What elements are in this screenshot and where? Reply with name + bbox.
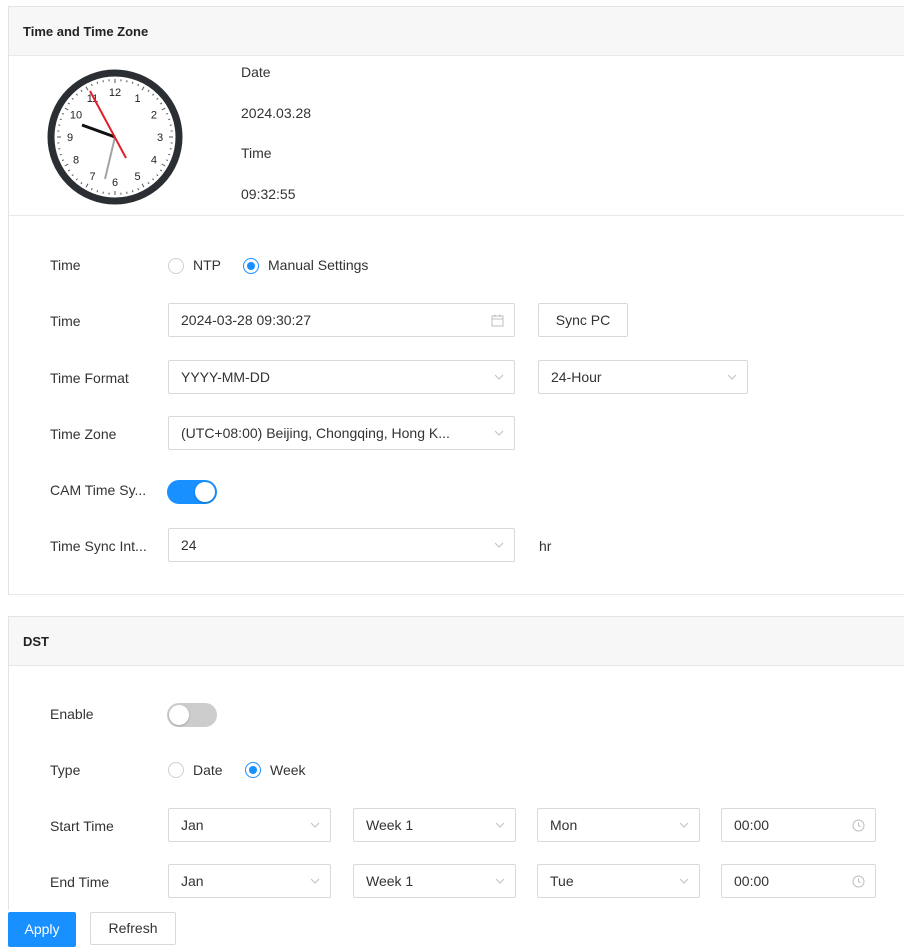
time-sync-interval-unit: hr [539,538,552,554]
end-time-value: 00:00 [734,873,770,889]
clock-tick [96,190,99,193]
clock-tick [59,153,62,156]
clock-tick [131,190,134,193]
clock-tick [168,118,171,121]
clock-number: 1 [134,93,140,105]
dst-card: DST Enable Type Date Week Start Time Jan… [8,616,904,910]
dst-card-title: DST [9,616,904,666]
end-month-value: Jan [181,873,204,889]
chevron-down-icon [494,361,504,393]
ntp-label: NTP [193,257,221,273]
time-mode-label: Time [50,257,81,273]
date-label: Date [241,64,271,80]
refresh-button[interactable]: Refresh [90,912,176,945]
hour-format-value: 24-Hour [551,369,602,385]
start-time-value: 00:00 [734,817,770,833]
clock-icon[interactable] [852,865,865,897]
end-day-value: Tue [550,873,574,889]
start-time-label: Start Time [50,818,114,834]
start-month-value: Jan [181,817,204,833]
chevron-down-icon [679,809,689,841]
clock-number: 10 [70,110,82,122]
start-time-input[interactable]: 00:00 [721,808,876,842]
clock-number: 2 [151,110,157,122]
time-zone-label: Time Zone [50,426,117,442]
clock-tick [168,153,171,156]
clock-tick [131,81,134,84]
clock-icon[interactable] [852,809,865,841]
end-week-select[interactable]: Week 1 [353,864,516,898]
date-value: 2024.03.28 [241,105,312,121]
toggle-knob [195,482,215,502]
start-week-value: Week 1 [366,817,414,833]
apply-button[interactable]: Apply [8,912,76,947]
clock-number: 9 [67,132,73,144]
chevron-down-icon [495,865,505,897]
clock-number: 8 [73,155,79,167]
dst-enable-label: Enable [50,706,94,722]
dst-enable-toggle[interactable] [167,703,217,727]
clock-number: 7 [89,171,95,183]
time-field-label: Time [50,313,81,329]
dst-type-date-radio[interactable] [168,762,184,778]
toggle-knob [169,705,189,725]
analog-clock: 121234567891011 [47,69,183,205]
time-zone-select[interactable]: (UTC+08:00) Beijing, Chongqing, Hong K..… [168,416,515,450]
settings-page: Time and Time Zone 12 1 2 3 4 5 6 7 8 9 10 11 Date … [8,0,904,947]
date-format-select[interactable]: YYYY-MM-DD [168,360,515,394]
chevron-down-icon [494,529,504,561]
footer-bar: Apply Refresh [8,910,904,947]
clock-tick [96,81,99,84]
time-zone-value: (UTC+08:00) Beijing, Chongqing, Hong K..… [181,425,450,441]
manual-settings-radio[interactable] [243,258,259,274]
clock-tick [59,118,62,121]
time-sync-interval-select[interactable]: 24 [168,528,515,562]
time-datetime-value: 2024-03-28 09:30:27 [181,312,311,328]
end-day-select[interactable]: Tue [537,864,700,898]
ntp-radio[interactable] [168,258,184,274]
chevron-down-icon [310,809,320,841]
cam-time-sync-label: CAM Time Sy... [50,482,147,498]
clock-number: 5 [134,171,140,183]
clock-number: 3 [157,132,163,144]
date-format-value: YYYY-MM-DD [181,369,270,385]
time-format-label: Time Format [50,370,129,386]
cam-time-sync-toggle[interactable] [167,480,217,504]
time-sync-interval-value: 24 [181,537,197,553]
sync-pc-button[interactable]: Sync PC [538,303,628,337]
start-week-select[interactable]: Week 1 [353,808,516,842]
time-zone-card-title: Time and Time Zone [9,6,904,56]
time-datetime-input[interactable]: 2024-03-28 09:30:27 [168,303,515,337]
start-day-value: Mon [550,817,578,833]
dst-type-week-label: Week [270,762,306,778]
end-month-select[interactable]: Jan [168,864,331,898]
dst-type-date-label: Date [193,762,223,778]
start-day-select[interactable]: Mon [537,808,700,842]
end-time-label: End Time [50,874,110,890]
clock-number: 4 [151,155,157,167]
start-month-select[interactable]: Jan [168,808,331,842]
calendar-icon[interactable] [491,304,504,336]
clock-number: 12 [109,87,121,99]
time-value: 09:32:55 [241,186,296,202]
time-sync-interval-label: Time Sync Int... [50,538,147,554]
chevron-down-icon [727,361,737,393]
hour-format-select[interactable]: 24-Hour [538,360,748,394]
divider [9,215,904,216]
dst-type-label: Type [50,762,81,778]
chevron-down-icon [494,417,504,449]
clock-number: 6 [112,177,118,189]
manual-settings-label: Manual Settings [268,257,369,273]
dst-type-week-radio[interactable] [245,762,261,778]
end-week-value: Week 1 [366,873,414,889]
chevron-down-icon [495,809,505,841]
chevron-down-icon [679,865,689,897]
end-time-input[interactable]: 00:00 [721,864,876,898]
chevron-down-icon [310,865,320,897]
time-zone-card: Time and Time Zone 12 1 2 3 4 5 6 7 8 9 10 11 Date … [8,6,904,595]
time-label: Time [241,145,272,161]
